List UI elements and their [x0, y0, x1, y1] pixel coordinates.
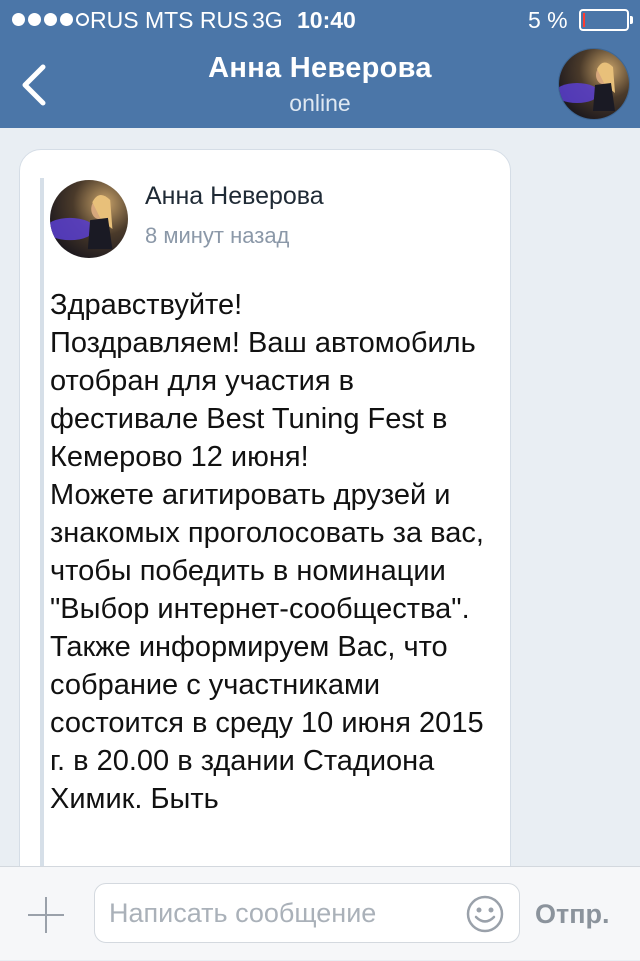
- author-avatar[interactable]: [50, 180, 128, 258]
- battery-icon: [579, 9, 633, 31]
- nav-header: RUS MTS RUS 3G 10:40 5 % Анна Неверова o…: [0, 0, 640, 128]
- compose-bar: Написать сообщение Отпр.: [0, 866, 640, 960]
- battery-percent: 5 %: [528, 7, 568, 33]
- network-type: 3G: [252, 7, 283, 33]
- send-button[interactable]: Отпр.: [535, 867, 610, 961]
- contact-avatar[interactable]: [558, 48, 630, 120]
- message-time: 8 минут назад: [145, 223, 290, 248]
- author-photo: [50, 180, 128, 258]
- status-bar: RUS MTS RUS 3G 10:40 5 %: [0, 0, 640, 40]
- message-bubble[interactable]: Анна Неверова 8 минут назад Здравствуйте…: [19, 149, 511, 866]
- plus-icon[interactable]: [26, 895, 66, 935]
- chat-area[interactable]: Анна Неверова 8 минут назад Здравствуйте…: [0, 128, 640, 866]
- message-text: Здравствуйте! Поздравляем! Ваш автомобил…: [50, 289, 484, 815]
- smile-icon[interactable]: [465, 894, 505, 934]
- message-input[interactable]: Написать сообщение: [94, 883, 520, 943]
- battery-level: [583, 13, 585, 27]
- avatar-photo: [559, 49, 629, 119]
- signal-strength-icon: [12, 13, 89, 26]
- message-input-placeholder: Написать сообщение: [109, 898, 377, 928]
- contact-status: online: [289, 90, 351, 116]
- status-time: 10:40: [297, 7, 356, 33]
- contact-name[interactable]: Анна Неверова: [0, 52, 640, 85]
- message-author[interactable]: Анна Неверова: [145, 182, 324, 211]
- carrier-label: RUS MTS RUS: [90, 7, 249, 33]
- forward-quote-bar: [40, 178, 44, 866]
